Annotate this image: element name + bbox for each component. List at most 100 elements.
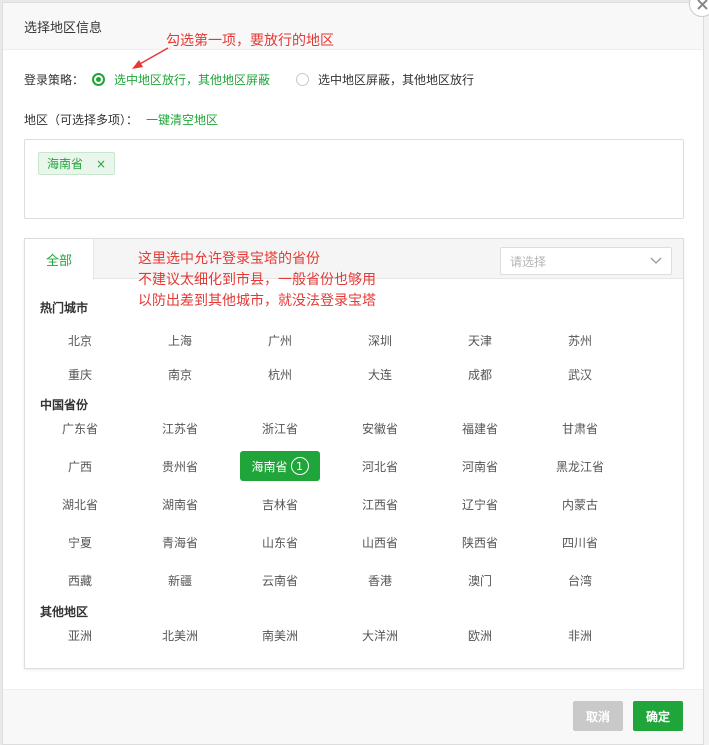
policy-label: 登录策略： bbox=[24, 72, 85, 87]
region-option[interactable]: 吉林省 bbox=[240, 489, 320, 519]
region-option[interactable]: 重庆 bbox=[40, 359, 120, 389]
region-option-label: 澳门 bbox=[467, 573, 492, 588]
region-option-label: 内蒙古 bbox=[561, 497, 598, 512]
region-option[interactable]: 大洋洲 bbox=[340, 620, 420, 650]
annotation-top: 勾选第一项，要放行的地区 bbox=[166, 33, 334, 49]
dialog-footer: 取消 确定 bbox=[3, 689, 703, 744]
region-option[interactable]: 青海省 bbox=[140, 527, 220, 557]
region-option[interactable]: 浙江省 bbox=[240, 413, 320, 443]
region-option[interactable]: 大连 bbox=[340, 359, 420, 389]
region-label: 地区（可选择多项）： bbox=[24, 113, 139, 127]
region-option-label: 甘肃省 bbox=[561, 421, 598, 436]
region-option-label: 黑龙江省 bbox=[555, 459, 604, 474]
region-option-label: 西藏 bbox=[67, 573, 92, 588]
region-option[interactable]: 山东省 bbox=[240, 527, 320, 557]
annotation-panel-3: 以防出差到其他城市，就没法登录宝塔 bbox=[138, 293, 376, 309]
region-option-label: 欧洲 bbox=[467, 628, 492, 643]
region-option[interactable]: 四川省 bbox=[540, 527, 620, 557]
region-option-label: 陕西省 bbox=[461, 535, 498, 550]
selected-tag-label: 海南省 bbox=[47, 157, 84, 171]
login-policy: 登录策略： 选中地区放行，其他地区屏蔽 选中地区屏蔽，其他地区放行 bbox=[24, 69, 500, 89]
region-option-label: 青海省 bbox=[161, 535, 198, 550]
region-option-label: 武汉 bbox=[567, 367, 592, 382]
region-option[interactable]: 香港 bbox=[340, 565, 420, 595]
region-option[interactable]: 北美洲 bbox=[140, 620, 220, 650]
region-option-label: 河北省 bbox=[361, 459, 398, 474]
region-option[interactable]: 新疆 bbox=[140, 565, 220, 595]
region-option[interactable]: 广东省 bbox=[40, 413, 120, 443]
region-option-label: 江西省 bbox=[361, 497, 398, 512]
region-option-label: 四川省 bbox=[561, 535, 598, 550]
region-option[interactable]: 澳门 bbox=[440, 565, 520, 595]
region-option[interactable]: 江苏省 bbox=[140, 413, 220, 443]
region-option-label: 湖北省 bbox=[61, 497, 98, 512]
region-option[interactable]: 江西省 bbox=[340, 489, 420, 519]
region-option-label: 新疆 bbox=[167, 573, 192, 588]
cancel-button[interactable]: 取消 bbox=[573, 701, 623, 731]
region-option[interactable]: 宁夏 bbox=[40, 527, 120, 557]
region-option[interactable]: 安徽省 bbox=[340, 413, 420, 443]
region-option[interactable]: 海南省 1 bbox=[240, 451, 320, 481]
region-option[interactable]: 南京 bbox=[140, 359, 220, 389]
region-option[interactable]: 云南省 bbox=[240, 565, 320, 595]
region-option[interactable]: 杭州 bbox=[240, 359, 320, 389]
region-option-label: 浙江省 bbox=[261, 421, 298, 436]
region-option[interactable]: 广州 bbox=[240, 325, 320, 355]
region-option-label: 成都 bbox=[467, 367, 492, 382]
region-option[interactable]: 南美洲 bbox=[240, 620, 320, 650]
region-option-label: 台湾 bbox=[567, 573, 592, 588]
region-option[interactable]: 北京 bbox=[40, 325, 120, 355]
region-option-label: 南美洲 bbox=[261, 628, 298, 643]
region-option-label: 吉林省 bbox=[261, 497, 298, 512]
dialog-title: 选择地区信息 bbox=[3, 3, 703, 50]
region-dialog: 选择地区信息 登录策略： 选中地区放行，其他地区屏蔽 选中地区屏蔽，其他地区放行… bbox=[2, 2, 704, 745]
region-option[interactable]: 贵州省 bbox=[140, 451, 220, 481]
annotation-panel-2: 不建议太细化到市县，一般省份也够用 bbox=[138, 272, 376, 288]
region-option-label: 苏州 bbox=[567, 333, 592, 348]
radio-block-selected[interactable]: 选中地区屏蔽，其他地区放行 bbox=[296, 71, 474, 88]
region-option[interactable]: 欧洲 bbox=[440, 620, 520, 650]
confirm-button[interactable]: 确定 bbox=[633, 701, 683, 731]
radio-unchecked-icon bbox=[296, 72, 310, 86]
region-option-label: 非洲 bbox=[567, 628, 592, 643]
region-option-label: 江苏省 bbox=[161, 421, 198, 436]
region-option[interactable]: 甘肃省 bbox=[540, 413, 620, 443]
region-option[interactable]: 武汉 bbox=[540, 359, 620, 389]
region-option-label: 大洋洲 bbox=[361, 628, 398, 643]
region-option[interactable]: 陕西省 bbox=[440, 527, 520, 557]
region-option[interactable]: 广西 bbox=[40, 451, 120, 481]
region-option-label: 安徽省 bbox=[361, 421, 398, 436]
selected-regions-box: 海南省 × bbox=[24, 139, 684, 219]
region-option[interactable]: 内蒙古 bbox=[540, 489, 620, 519]
region-option[interactable]: 湖南省 bbox=[140, 489, 220, 519]
clear-regions-link[interactable]: 一键清空地区 bbox=[146, 111, 218, 128]
region-option[interactable]: 辽宁省 bbox=[440, 489, 520, 519]
region-option[interactable]: 上海 bbox=[140, 325, 220, 355]
region-option[interactable]: 黑龙江省 bbox=[540, 451, 620, 481]
region-option[interactable]: 山西省 bbox=[340, 527, 420, 557]
tab-all[interactable]: 全部 bbox=[25, 239, 94, 280]
region-option[interactable]: 亚洲 bbox=[40, 620, 120, 650]
tag-close-icon[interactable]: × bbox=[96, 157, 106, 171]
region-option[interactable]: 苏州 bbox=[540, 325, 620, 355]
region-option-label: 深圳 bbox=[367, 333, 392, 348]
region-option[interactable]: 河北省 bbox=[340, 451, 420, 481]
region-option-label: 山东省 bbox=[261, 535, 298, 550]
annotation-panel-1: 这里选中允许登录宝塔的省份 bbox=[138, 251, 320, 267]
radio-allow-selected[interactable]: 选中地区放行，其他地区屏蔽 bbox=[92, 71, 270, 88]
region-select[interactable]: 请选择 bbox=[500, 247, 672, 275]
region-option[interactable]: 湖北省 bbox=[40, 489, 120, 519]
region-option[interactable]: 西藏 bbox=[40, 565, 120, 595]
region-option[interactable]: 天津 bbox=[440, 325, 520, 355]
region-option-label: 宁夏 bbox=[67, 535, 92, 550]
region-option[interactable]: 成都 bbox=[440, 359, 520, 389]
region-option-label: 亚洲 bbox=[67, 628, 92, 643]
region-option[interactable]: 深圳 bbox=[340, 325, 420, 355]
region-option[interactable]: 河南省 bbox=[440, 451, 520, 481]
region-option[interactable]: 非洲 bbox=[540, 620, 620, 650]
region-option-label: 湖南省 bbox=[161, 497, 198, 512]
close-icon bbox=[696, 0, 708, 10]
region-option[interactable]: 福建省 bbox=[440, 413, 520, 443]
region-option[interactable]: 台湾 bbox=[540, 565, 620, 595]
group-title: 其他地区 bbox=[40, 605, 89, 619]
